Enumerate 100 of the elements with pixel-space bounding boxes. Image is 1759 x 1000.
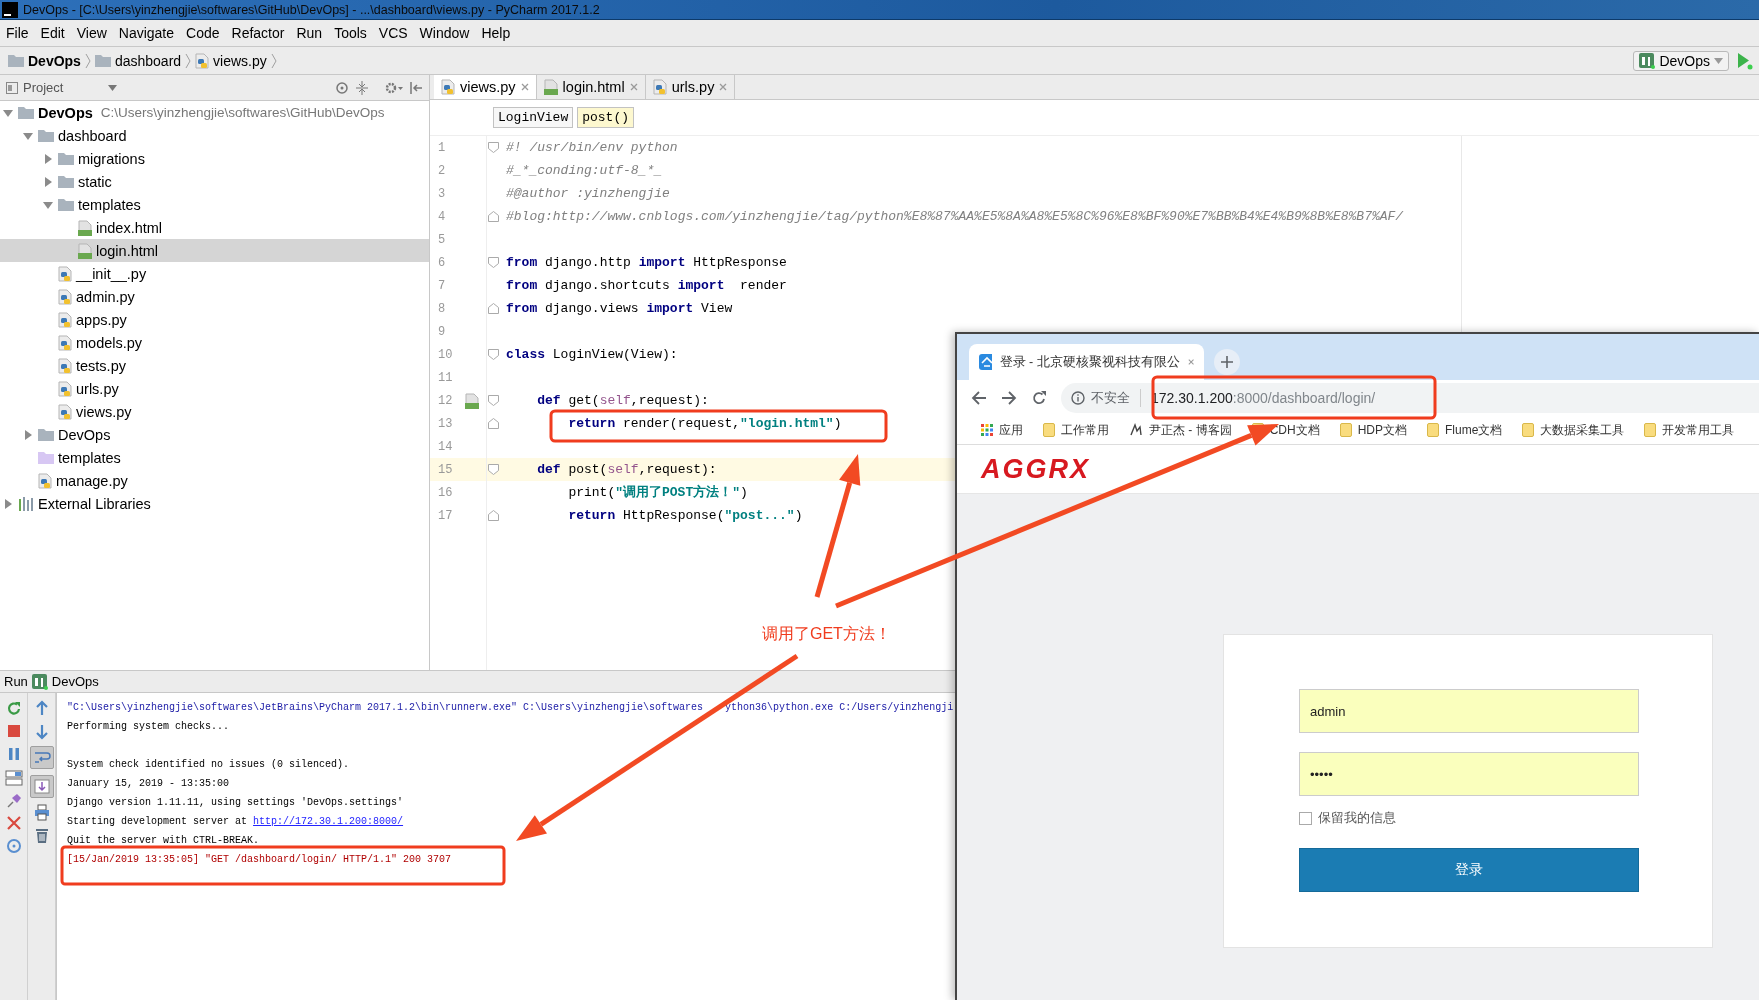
bookmark[interactable]: HDP文档 bbox=[1339, 421, 1407, 439]
menu-item[interactable]: Run bbox=[290, 25, 329, 41]
close-icon[interactable] bbox=[4, 815, 23, 832]
fold-marker-icon[interactable] bbox=[487, 257, 499, 268]
fold-marker-icon[interactable] bbox=[487, 303, 499, 314]
menu-item[interactable]: Refactor bbox=[225, 25, 291, 41]
close-icon[interactable] bbox=[719, 83, 728, 91]
fold-marker-icon[interactable] bbox=[487, 464, 499, 475]
close-icon[interactable] bbox=[520, 83, 529, 91]
caret-icon[interactable] bbox=[3, 498, 13, 509]
caret-icon[interactable] bbox=[43, 153, 53, 164]
console-line: Django version 1.11.11, using settings 'DevOps.settings' bbox=[67, 796, 404, 810]
tree-item[interactable]: manage.py bbox=[0, 469, 429, 492]
menu-item[interactable]: Tools bbox=[328, 25, 373, 41]
menu-item[interactable]: Edit bbox=[34, 25, 71, 41]
forward-icon[interactable] bbox=[1001, 390, 1017, 406]
tree-item[interactable]: dashboard bbox=[0, 124, 429, 147]
bookmark[interactable]: 尹正杰 - 博客园 bbox=[1129, 421, 1232, 439]
site-icon bbox=[1129, 423, 1143, 437]
username-field[interactable]: admin bbox=[1299, 689, 1639, 733]
editor-tab[interactable]: views.py bbox=[434, 75, 537, 99]
tree-item[interactable]: models.py bbox=[0, 331, 429, 354]
tree-item[interactable]: tests.py bbox=[0, 354, 429, 377]
tree-item[interactable]: login.html bbox=[0, 239, 429, 262]
settings-icon[interactable] bbox=[385, 80, 403, 95]
reload-icon[interactable] bbox=[1031, 390, 1047, 406]
close-icon[interactable] bbox=[1187, 358, 1194, 366]
fold-marker-icon[interactable] bbox=[487, 510, 499, 521]
menu-item[interactable]: View bbox=[70, 25, 113, 41]
console-text: ython36\python.exe C:/Users/yinzhengji bbox=[725, 701, 954, 715]
tree-item[interactable]: static bbox=[0, 170, 429, 193]
tree-item[interactable]: templates bbox=[0, 193, 429, 216]
tree-item[interactable]: External Libraries bbox=[0, 492, 429, 515]
security-label: 不安全 bbox=[1091, 389, 1130, 407]
menu-item[interactable]: Help bbox=[475, 25, 517, 41]
editor-tab[interactable]: login.html bbox=[536, 75, 646, 99]
tree-item[interactable]: __init__.py bbox=[0, 262, 429, 285]
server-link[interactable]: http://172.30.1.200:8000/ bbox=[253, 816, 404, 827]
login-button[interactable]: 登录 bbox=[1299, 848, 1639, 892]
fold-marker-icon[interactable] bbox=[487, 142, 499, 153]
menu-item[interactable]: Window bbox=[413, 25, 476, 41]
collapse-icon[interactable] bbox=[355, 80, 369, 95]
tree-item[interactable]: DevOps bbox=[0, 423, 429, 446]
tree-item[interactable]: migrations bbox=[0, 147, 429, 170]
run-icon[interactable] bbox=[1737, 51, 1753, 70]
menu-item[interactable]: Navigate bbox=[112, 25, 181, 41]
chevron-icon bbox=[185, 52, 192, 69]
fold-marker-icon[interactable] bbox=[487, 349, 499, 360]
caret-icon[interactable] bbox=[43, 199, 53, 210]
breadcrumb-item[interactable]: views.py bbox=[193, 52, 269, 69]
project-view-selector[interactable]: Project bbox=[6, 80, 118, 95]
checkbox[interactable] bbox=[1299, 811, 1312, 825]
fold-marker-icon[interactable] bbox=[487, 211, 499, 222]
menu-item[interactable]: Code bbox=[180, 25, 226, 41]
caret-icon[interactable] bbox=[23, 130, 33, 141]
bookmark[interactable]: Flume文档 bbox=[1427, 421, 1503, 439]
caret-icon[interactable] bbox=[3, 107, 13, 118]
tree-item[interactable]: index.html bbox=[0, 216, 429, 239]
code-line: def post(self,request): bbox=[537, 461, 717, 478]
hide-panel-icon[interactable] bbox=[409, 80, 423, 95]
run-config-selector[interactable]: DevOps bbox=[1633, 50, 1729, 71]
scroll-to-end-icon[interactable] bbox=[29, 775, 54, 798]
fold-marker-icon[interactable] bbox=[487, 418, 499, 429]
back-icon[interactable] bbox=[971, 390, 987, 406]
bookmark[interactable]: 大数据采集工具 bbox=[1522, 421, 1625, 439]
code-breadcrumb[interactable]: LoginView bbox=[493, 107, 574, 128]
menu-item[interactable]: VCS bbox=[372, 25, 414, 41]
print-icon[interactable] bbox=[32, 804, 51, 821]
password-field[interactable]: ••••• bbox=[1299, 752, 1639, 796]
caret-icon[interactable] bbox=[43, 176, 53, 187]
help-icon[interactable] bbox=[4, 838, 23, 855]
code-line: #blog:http://www.cnblogs.com/yinzhengjie/tag/python%E8%87%AA%E5%8A%A8%E5%8C%96%E8%BF%90%E7%BB%B4%E4%B9%8B%E8%B7%AF/ bbox=[506, 208, 1404, 225]
bookmark[interactable]: 工作常用 bbox=[1043, 421, 1109, 439]
code-line: from django.views import View bbox=[506, 300, 733, 317]
tree-item[interactable]: DevOps C:\Users\yinzhengjie\softwares\GitHub\DevOps bbox=[0, 101, 429, 124]
tree-item[interactable]: admin.py bbox=[0, 285, 429, 308]
menu-item[interactable]: File bbox=[0, 25, 35, 41]
tree-item[interactable]: urls.py bbox=[0, 377, 429, 400]
address-bar[interactable]: 不安全 172.30.1.200:8000/dashboard/login/ bbox=[1061, 383, 1759, 413]
close-icon[interactable] bbox=[629, 83, 638, 91]
breadcrumb-item[interactable]: dashboard bbox=[92, 52, 184, 69]
soft-wrap-icon[interactable] bbox=[29, 746, 54, 769]
new-tab-button[interactable] bbox=[1214, 349, 1240, 375]
apps-icon bbox=[981, 424, 993, 436]
layout-icon[interactable] bbox=[4, 769, 23, 786]
tree-item[interactable]: templates bbox=[0, 446, 429, 469]
code-line: return HttpResponse("post...") bbox=[568, 507, 803, 524]
django-icon bbox=[31, 673, 48, 690]
editor-tab[interactable]: urls.py bbox=[645, 75, 736, 99]
code-breadcrumb[interactable]: post() bbox=[577, 107, 635, 128]
browser-tab[interactable]: 登录 - 北京硬核聚视科技有限公 bbox=[969, 344, 1204, 380]
caret-icon[interactable] bbox=[23, 429, 33, 440]
bookmark[interactable]: 开发常用工具 bbox=[1644, 421, 1735, 439]
fold-marker-icon[interactable] bbox=[487, 395, 499, 406]
breadcrumb-item[interactable]: DevOps bbox=[6, 52, 83, 69]
locate-icon[interactable] bbox=[335, 80, 349, 95]
tree-item[interactable]: apps.py bbox=[0, 308, 429, 331]
python-file-icon bbox=[58, 403, 72, 420]
tree-item[interactable]: views.py bbox=[0, 400, 429, 423]
bookmark[interactable]: 应用 bbox=[981, 421, 1023, 439]
